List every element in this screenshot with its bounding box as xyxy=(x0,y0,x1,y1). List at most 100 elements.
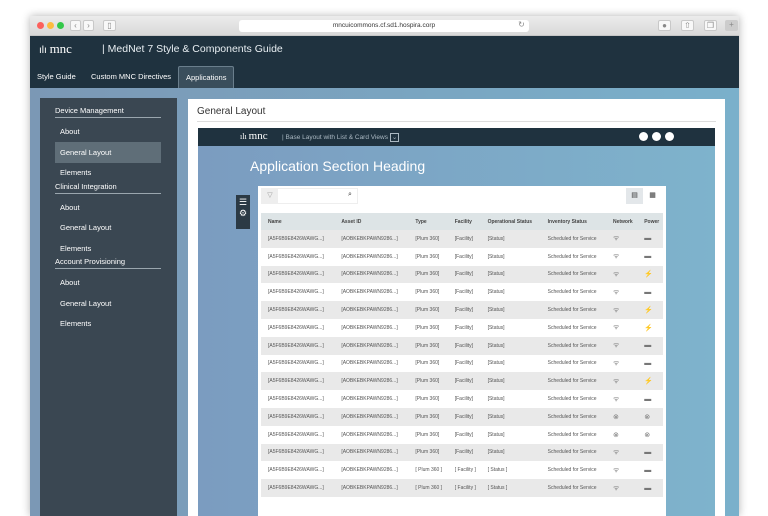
table-row[interactable]: [A5F6B9E8426WAWG...] [AOBKEBKPAWN9286...]… xyxy=(261,355,663,373)
table-cell: [ Facility ] xyxy=(454,467,476,474)
table-cell: [A5F6B9E8426WAWG...] xyxy=(268,324,324,331)
tab-applications[interactable]: Applications xyxy=(178,66,235,88)
tab-style-guide[interactable]: Style Guide xyxy=(30,66,83,88)
table-cell: [AOBKEBKPAWN9286...] xyxy=(341,360,398,367)
table-row[interactable]: [A5F6B9E8426WAWG...] [AOBKEBKPAWN9286...]… xyxy=(261,372,663,391)
wifi-icon: ᯤ xyxy=(612,288,620,296)
grid-view-icon[interactable]: ▦ xyxy=(644,188,661,204)
sidebar-item-general-layout[interactable]: General Layout xyxy=(55,141,161,163)
table-cell: [AOBKEBKPAWN9286...] xyxy=(341,396,398,403)
tab-custom-mnc-directives[interactable]: Custom MNC Directives xyxy=(84,66,178,88)
sidebar-toggle-icon[interactable]: ▯ xyxy=(103,20,116,31)
table-cell: Scheduled for Service xyxy=(540,265,606,284)
column-header[interactable]: Network xyxy=(605,213,638,230)
table-cell: Scheduled for Service xyxy=(547,396,597,403)
column-header[interactable]: Type xyxy=(408,213,448,230)
battery-icon: ▬ xyxy=(644,253,652,261)
table-cell: [Status] xyxy=(487,360,505,367)
tabs-icon[interactable]: ❐ xyxy=(704,20,717,31)
table-cell: [A5F6B9E8426WAWG...] xyxy=(261,479,335,497)
power-cell: ▬ xyxy=(637,461,663,479)
back-icon[interactable]: ‹ xyxy=(70,20,81,31)
sidebar-heading: Account Provisioning xyxy=(55,257,161,269)
table-cell: [Facility] xyxy=(447,372,481,391)
table-cell: [Facility] xyxy=(454,360,474,367)
table-row[interactable]: [A5F6B9E8426WAWG...] [AOBKEBKPAWN9286...]… xyxy=(261,319,663,337)
table-row[interactable]: [A5F6B9E8426WAWG...] [AOBKEBKPAWN9286...]… xyxy=(261,248,663,266)
column-header[interactable]: Facility xyxy=(447,213,481,230)
table-cell: [Plum 360] xyxy=(415,324,440,331)
power-cell: ⚡ xyxy=(637,319,663,337)
table-cell: [Facility] xyxy=(454,289,474,296)
filter-icon[interactable]: ▽ xyxy=(262,189,278,203)
sidebar-item-about[interactable]: About xyxy=(55,272,161,293)
close-window-button[interactable] xyxy=(37,22,44,29)
view-title: Base Layout with List & Card Views xyxy=(285,134,389,141)
table-cell: [AOBKEBKPAWN9286...] xyxy=(334,336,409,355)
sidebar-item-about[interactable]: About xyxy=(55,197,161,218)
table-cell: [A5F6B9E8426WAWG...] xyxy=(268,289,324,296)
table-row[interactable]: [A5F6B9E8426WAWG...] [AOBKEBKPAWN9286...]… xyxy=(261,336,663,355)
forward-icon[interactable]: › xyxy=(83,20,94,31)
search-input[interactable] xyxy=(279,190,343,202)
settings-icon[interactable]: ⚙ xyxy=(236,208,250,219)
table-row[interactable]: [A5F6B9E8426WAWG...] [AOBKEBKPAWN9286...]… xyxy=(261,301,663,319)
column-header[interactable]: Name xyxy=(261,213,335,230)
search-icon[interactable] xyxy=(652,132,661,141)
column-header[interactable]: Operational Status xyxy=(480,213,541,230)
column-header[interactable]: Inventory Status xyxy=(540,213,606,230)
user-icon[interactable] xyxy=(665,132,674,141)
table-row[interactable]: [A5F6B9E8426WAWG...] [AOBKEBKPAWN9286...]… xyxy=(261,390,663,408)
column-header[interactable]: Asset ID xyxy=(334,213,409,230)
table-row[interactable]: [A5F6B9E8426WAWG...] [AOBKEBKPAWN9286...]… xyxy=(261,443,663,462)
sidebar-item-general-layout[interactable]: General Layout xyxy=(55,217,161,238)
table-row[interactable]: [A5F6B9E8426WAWG...] [AOBKEBKPAWN9286...]… xyxy=(261,230,663,248)
sidebar-item-general-layout[interactable]: General Layout xyxy=(55,293,161,314)
power-cell: ▬ xyxy=(637,336,663,355)
table-cell: [ Facility ] xyxy=(447,479,481,497)
new-tab-icon[interactable]: + xyxy=(725,20,738,31)
sidebar-item-about[interactable]: About xyxy=(55,121,161,142)
app-logo: ılı mnc xyxy=(240,130,268,142)
network-cell: ᯤ xyxy=(605,301,638,319)
sidebar-item-elements[interactable]: Elements xyxy=(55,162,161,183)
view-selector[interactable]: | Base Layout with List & Card Views ⌄ xyxy=(282,133,400,142)
table-row[interactable]: [A5F6B9E8426WAWG...] [AOBKEBKPAWN9286...]… xyxy=(261,407,663,426)
table-cell: [Facility] xyxy=(447,265,481,284)
network-cell: ᯤ xyxy=(606,248,637,266)
share-icon[interactable]: ⇧ xyxy=(681,20,694,31)
table-cell: [A5F6B9E8426WAWG...] xyxy=(268,467,324,474)
search-icon[interactable]: ⌕ xyxy=(348,191,352,199)
column-header[interactable]: Power xyxy=(637,213,663,230)
table-cell: [ Plum 360 ] xyxy=(415,467,443,474)
table-cell: [Plum 360] xyxy=(408,443,448,462)
table-cell: [A5F6B9E8426WAWG...] xyxy=(268,396,324,403)
table-cell: [A5F6B9E8426WAWG...] xyxy=(268,431,324,438)
table-cell: Scheduled for Service xyxy=(540,230,606,248)
table-row[interactable]: [A5F6B9E8426WAWG...] [AOBKEBKPAWN9286...]… xyxy=(261,479,663,497)
message-icon[interactable] xyxy=(639,132,648,141)
table-cell: [AOBKEBKPAWN9286...] xyxy=(334,407,409,426)
sidebar-item-elements[interactable]: Elements xyxy=(55,313,161,334)
sidebar-item-elements[interactable]: Elements xyxy=(55,238,161,259)
table-cell: [Status] xyxy=(480,301,541,319)
reload-icon[interactable]: ↻ xyxy=(516,20,527,31)
table-row[interactable]: [A5F6B9E8426WAWG...] [AOBKEBKPAWN9286...]… xyxy=(261,461,663,479)
menu-icon[interactable]: ☰ xyxy=(236,197,250,208)
extension-icon[interactable]: ● xyxy=(658,20,671,31)
chevron-down-icon[interactable]: ⌄ xyxy=(389,133,400,142)
power-cell: ▬ xyxy=(637,248,663,266)
table-cell: [AOBKEBKPAWN9286...] xyxy=(341,289,398,296)
minimize-window-button[interactable] xyxy=(47,22,54,29)
power-cell: ▬ xyxy=(637,355,663,373)
address-bar[interactable]: mncuicommons.cf.sd1.hospira.corp xyxy=(239,20,529,32)
table-cell: [Status] xyxy=(480,265,541,284)
list-view-icon[interactable]: ▤ xyxy=(626,188,643,204)
table-row[interactable]: [A5F6B9E8426WAWG...] [AOBKEBKPAWN9286...]… xyxy=(261,265,663,284)
table-cell: Scheduled for Service xyxy=(547,289,597,296)
browser-window: ‹ › ▯ mncuicommons.cf.sd1.hospira.corp ↻… xyxy=(30,16,739,516)
network-cell: ᯤ xyxy=(606,390,637,408)
zoom-window-button[interactable] xyxy=(57,22,64,29)
table-row[interactable]: [A5F6B9E8426WAWG...] [AOBKEBKPAWN9286...]… xyxy=(261,283,663,301)
table-row[interactable]: [A5F6B9E8426WAWG...] [AOBKEBKPAWN9286...]… xyxy=(261,426,663,444)
